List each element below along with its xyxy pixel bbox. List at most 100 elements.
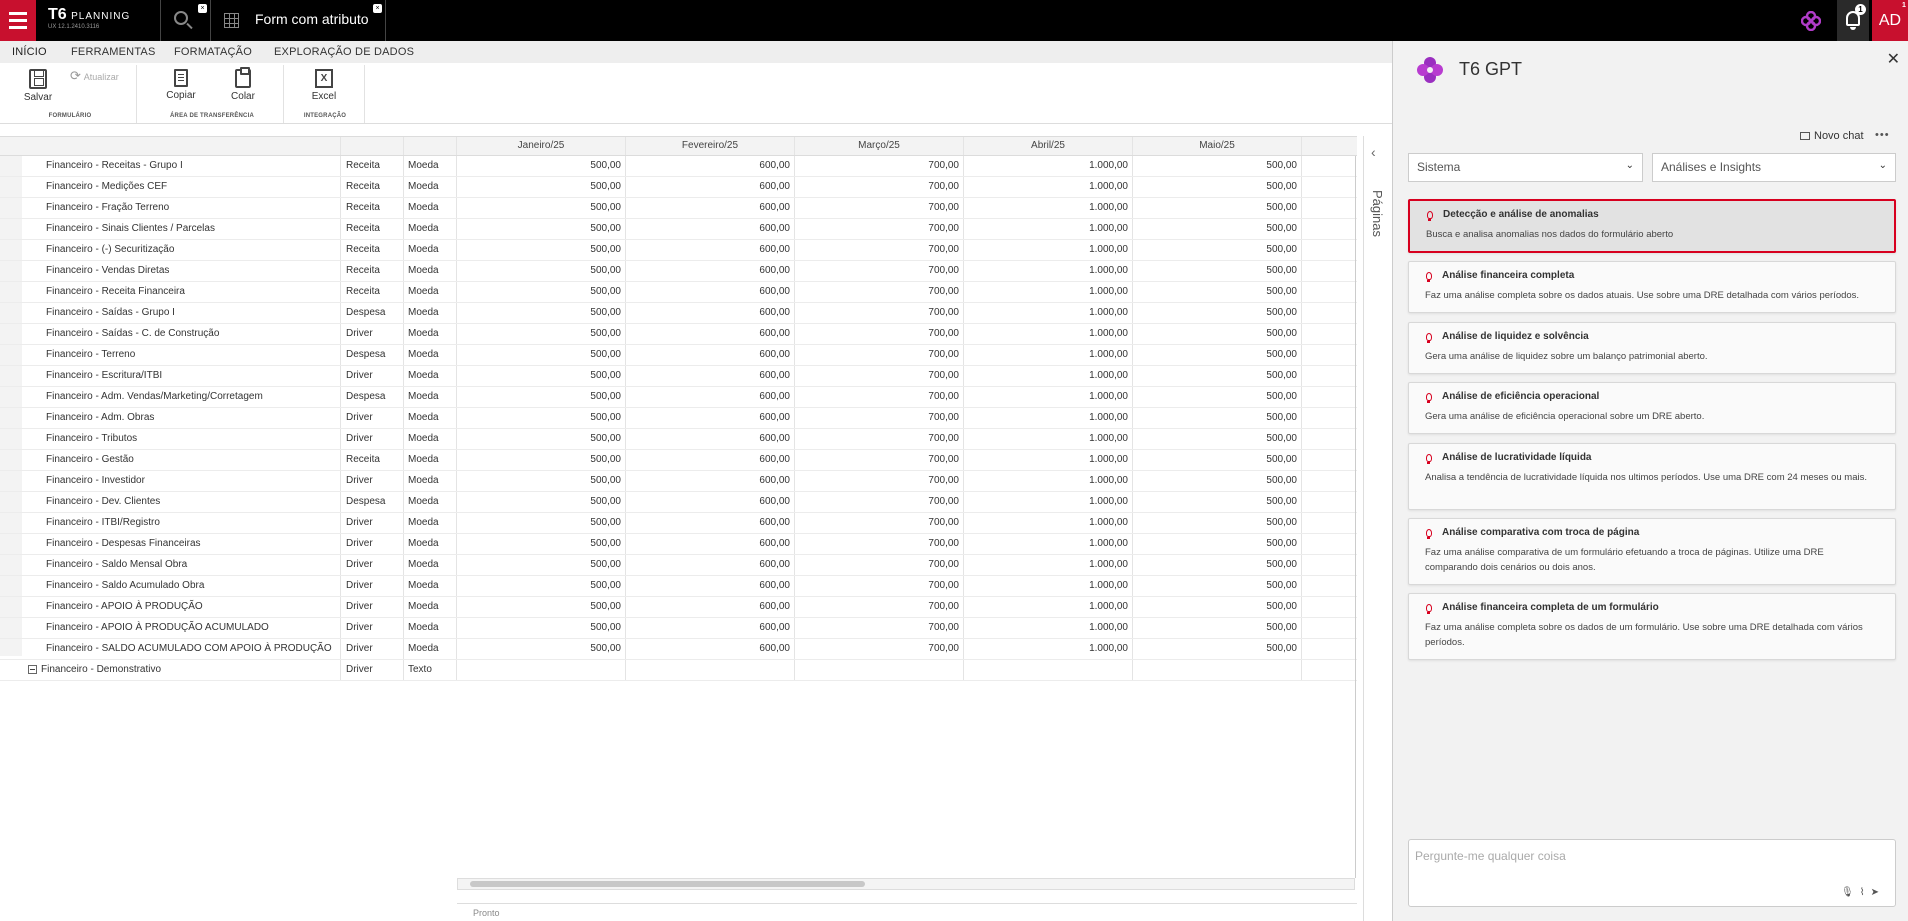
value-cell[interactable]: 500,00 bbox=[457, 496, 621, 507]
value-cell[interactable]: 600,00 bbox=[626, 622, 790, 633]
value-cell[interactable]: 500,00 bbox=[1133, 643, 1297, 654]
table-row[interactable]: Financeiro - Gestão Receita Moeda 500,00 600… bbox=[0, 450, 1357, 471]
value-cell[interactable]: 500,00 bbox=[457, 202, 621, 213]
value-cell[interactable]: 600,00 bbox=[626, 202, 790, 213]
value-cell[interactable]: 600,00 bbox=[626, 349, 790, 360]
table-row[interactable]: Financeiro - Saldo Acumulado Obra Driver M… bbox=[0, 576, 1357, 597]
value-cell[interactable]: 1.000,00 bbox=[964, 601, 1128, 612]
value-cell[interactable]: 600,00 bbox=[626, 328, 790, 339]
value-cell[interactable]: 1.000,00 bbox=[964, 496, 1128, 507]
value-cell[interactable]: 500,00 bbox=[457, 559, 621, 570]
t6-gpt-icon[interactable] bbox=[1801, 11, 1821, 31]
chevron-left-icon[interactable]: ‹ bbox=[1371, 144, 1376, 160]
value-cell[interactable]: 500,00 bbox=[457, 286, 621, 297]
value-cell[interactable]: 500,00 bbox=[1133, 601, 1297, 612]
value-cell[interactable]: 600,00 bbox=[626, 454, 790, 465]
value-cell[interactable]: 1.000,00 bbox=[964, 370, 1128, 381]
value-cell[interactable]: 500,00 bbox=[1133, 349, 1297, 360]
table-row[interactable]: Financeiro - SALDO ACUMULADO COM APOIO À… bbox=[0, 639, 1357, 660]
value-cell[interactable]: 600,00 bbox=[626, 244, 790, 255]
table-row[interactable]: Financeiro - Sinais Clientes / Parcelas R… bbox=[0, 219, 1357, 240]
value-cell[interactable]: 600,00 bbox=[626, 286, 790, 297]
value-cell[interactable]: 700,00 bbox=[795, 286, 959, 297]
table-row[interactable]: Financeiro - Receita Financeira Receita Mo… bbox=[0, 282, 1357, 303]
system-select[interactable]: Sistema ⌄ bbox=[1408, 153, 1643, 182]
value-cell[interactable]: 1.000,00 bbox=[964, 265, 1128, 276]
value-cell[interactable]: 600,00 bbox=[626, 412, 790, 423]
close-tab-icon[interactable]: × bbox=[373, 4, 382, 13]
table-row[interactable]: Financeiro - Escritura/ITBI Driver Moeda 50… bbox=[0, 366, 1357, 387]
value-cell[interactable]: 600,00 bbox=[626, 160, 790, 171]
avatar[interactable]: AD 1 bbox=[1872, 0, 1908, 41]
value-cell[interactable]: 500,00 bbox=[457, 475, 621, 486]
table-row[interactable]: Financeiro - Medições CEF Receita Moeda 500… bbox=[0, 177, 1357, 198]
prompt-card-liquidez[interactable]: Análise de liquidez e solvência Gera uma… bbox=[1408, 322, 1896, 374]
value-cell[interactable]: 700,00 bbox=[795, 244, 959, 255]
value-cell[interactable]: 700,00 bbox=[795, 349, 959, 360]
send-icon[interactable]: ➤ bbox=[1871, 887, 1885, 898]
table-row[interactable]: Financeiro - APOIO À PRODUÇÃO ACUMULADO D… bbox=[0, 618, 1357, 639]
value-cell[interactable]: 500,00 bbox=[1133, 223, 1297, 234]
tab-exploracao-de-dados[interactable]: EXPLORAÇÃO DE DADOS bbox=[274, 46, 414, 58]
prompt-card-lucratividade[interactable]: Análise de lucratividade líquida Analisa… bbox=[1408, 443, 1896, 510]
close-search-icon[interactable]: × bbox=[198, 4, 207, 13]
value-cell[interactable]: 1.000,00 bbox=[964, 538, 1128, 549]
column-header[interactable]: Março/25 bbox=[795, 140, 963, 151]
value-cell[interactable]: 700,00 bbox=[795, 496, 959, 507]
value-cell[interactable]: 500,00 bbox=[457, 454, 621, 465]
value-cell[interactable]: 1.000,00 bbox=[964, 622, 1128, 633]
value-cell[interactable]: 500,00 bbox=[1133, 265, 1297, 276]
value-cell[interactable]: 1.000,00 bbox=[964, 517, 1128, 528]
value-cell[interactable]: 500,00 bbox=[457, 433, 621, 444]
value-cell[interactable]: 500,00 bbox=[1133, 433, 1297, 444]
value-cell[interactable]: 500,00 bbox=[457, 328, 621, 339]
value-cell[interactable]: 1.000,00 bbox=[964, 181, 1128, 192]
value-cell[interactable]: 700,00 bbox=[795, 412, 959, 423]
value-cell[interactable]: 700,00 bbox=[795, 622, 959, 633]
value-cell[interactable]: 500,00 bbox=[1133, 538, 1297, 549]
value-cell[interactable]: 500,00 bbox=[1133, 286, 1297, 297]
value-cell[interactable]: 600,00 bbox=[626, 643, 790, 654]
value-cell[interactable]: 1.000,00 bbox=[964, 412, 1128, 423]
value-cell[interactable]: 500,00 bbox=[457, 517, 621, 528]
value-cell[interactable]: 500,00 bbox=[457, 391, 621, 402]
tab-form-com-atributo[interactable]: Form com atributo bbox=[255, 11, 369, 27]
value-cell[interactable]: 700,00 bbox=[795, 601, 959, 612]
collapse-toggle-icon[interactable] bbox=[28, 665, 37, 674]
value-cell[interactable]: 700,00 bbox=[795, 517, 959, 528]
value-cell[interactable]: 600,00 bbox=[626, 496, 790, 507]
table-row[interactable]: Financeiro - (-) Securitização Receita Moe… bbox=[0, 240, 1357, 261]
value-cell[interactable]: 700,00 bbox=[795, 433, 959, 444]
value-cell[interactable]: 500,00 bbox=[457, 412, 621, 423]
value-cell[interactable]: 600,00 bbox=[626, 307, 790, 318]
value-cell[interactable]: 500,00 bbox=[1133, 454, 1297, 465]
table-row[interactable]: Financeiro - Despesas Financeiras Driver M… bbox=[0, 534, 1357, 555]
table-row[interactable]: Financeiro - Terreno Despesa Moeda 500,00 60… bbox=[0, 345, 1357, 366]
prompt-card-analise-financeira[interactable]: Análise financeira completa Faz uma anál… bbox=[1408, 261, 1896, 313]
category-select[interactable]: Análises e Insights ⌄ bbox=[1652, 153, 1896, 182]
table-row[interactable]: Financeiro - Investidor Driver Moeda 500,00… bbox=[0, 471, 1357, 492]
value-cell[interactable]: 600,00 bbox=[626, 559, 790, 570]
value-cell[interactable]: 700,00 bbox=[795, 202, 959, 213]
prompt-card-eficiencia[interactable]: Análise de eficiência operacional Gera u… bbox=[1408, 382, 1896, 434]
value-cell[interactable]: 500,00 bbox=[457, 538, 621, 549]
value-cell[interactable]: 600,00 bbox=[626, 223, 790, 234]
table-row[interactable]: Financeiro - APOIO À PRODUÇÃO Driver Moeda… bbox=[0, 597, 1357, 618]
value-cell[interactable]: 600,00 bbox=[626, 475, 790, 486]
value-cell[interactable]: 500,00 bbox=[1133, 370, 1297, 381]
value-cell[interactable]: 500,00 bbox=[457, 643, 621, 654]
value-cell[interactable]: 1.000,00 bbox=[964, 559, 1128, 570]
value-cell[interactable]: 700,00 bbox=[795, 265, 959, 276]
value-cell[interactable]: 500,00 bbox=[457, 307, 621, 318]
value-cell[interactable]: 500,00 bbox=[457, 580, 621, 591]
pages-sidebar[interactable]: ‹ Páginas bbox=[1363, 136, 1391, 921]
value-cell[interactable]: 500,00 bbox=[1133, 622, 1297, 633]
value-cell[interactable]: 500,00 bbox=[457, 349, 621, 360]
vertical-scrollbar[interactable] bbox=[1355, 156, 1356, 878]
value-cell[interactable]: 1.000,00 bbox=[964, 223, 1128, 234]
value-cell[interactable]: 500,00 bbox=[1133, 307, 1297, 318]
value-cell[interactable]: 500,00 bbox=[1133, 328, 1297, 339]
tab-ferramentas[interactable]: FERRAMENTAS bbox=[71, 46, 156, 58]
value-cell[interactable]: 500,00 bbox=[457, 244, 621, 255]
value-cell[interactable]: 700,00 bbox=[795, 538, 959, 549]
